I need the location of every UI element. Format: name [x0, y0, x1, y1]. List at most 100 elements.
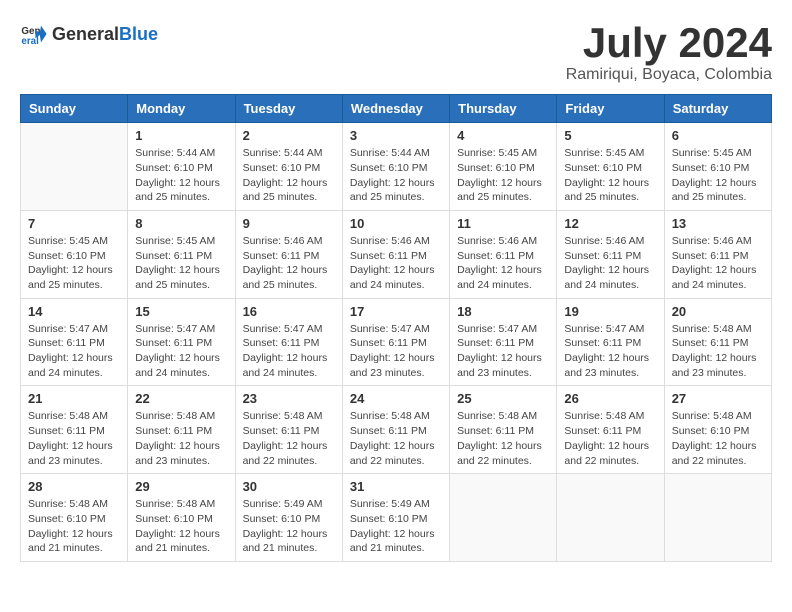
weekday-header-thursday: Thursday [450, 95, 557, 123]
day-number: 8 [135, 216, 227, 231]
day-number: 5 [564, 128, 656, 143]
calendar-cell: 17 Sunrise: 5:47 AMSunset: 6:11 PMDayligh… [342, 298, 449, 386]
day-number: 27 [672, 391, 764, 406]
calendar-week-row: 14 Sunrise: 5:47 AMSunset: 6:11 PMDayligh… [21, 298, 772, 386]
day-number: 29 [135, 479, 227, 494]
calendar-cell: 28 Sunrise: 5:48 AMSunset: 6:10 PMDayligh… [21, 474, 128, 562]
day-info: Sunrise: 5:47 AMSunset: 6:11 PMDaylight:… [350, 322, 442, 381]
day-number: 17 [350, 304, 442, 319]
main-title: July 2024 [566, 20, 772, 66]
calendar-cell: 11Sunrise: 5:46 AMSunset: 6:11 PMDayligh… [450, 210, 557, 298]
day-info: Sunrise: 5:46 AMSunset: 6:11 PMDaylight:… [672, 234, 764, 293]
day-info: Sunrise: 5:45 AMSunset: 6:10 PMDaylight:… [457, 146, 549, 205]
day-info: Sunrise: 5:49 AMSunset: 6:10 PMDaylight:… [350, 497, 442, 556]
calendar-cell [21, 123, 128, 211]
day-info: Sunrise: 5:44 AMSunset: 6:10 PMDaylight:… [350, 146, 442, 205]
weekday-header-wednesday: Wednesday [342, 95, 449, 123]
day-info: Sunrise: 5:45 AMSunset: 6:10 PMDaylight:… [564, 146, 656, 205]
day-number: 3 [350, 128, 442, 143]
day-info: Sunrise: 5:48 AMSunset: 6:11 PMDaylight:… [672, 322, 764, 381]
day-info: Sunrise: 5:47 AMSunset: 6:11 PMDaylight:… [564, 322, 656, 381]
calendar-cell: 6Sunrise: 5:45 AMSunset: 6:10 PMDaylight… [664, 123, 771, 211]
day-info: Sunrise: 5:49 AMSunset: 6:10 PMDaylight:… [243, 497, 335, 556]
logo-icon: Gen eral [20, 20, 48, 48]
calendar-week-row: 7Sunrise: 5:45 AMSunset: 6:10 PMDaylight… [21, 210, 772, 298]
day-number: 9 [243, 216, 335, 231]
day-number: 10 [350, 216, 442, 231]
day-number: 23 [243, 391, 335, 406]
weekday-header-monday: Monday [128, 95, 235, 123]
day-number: 7 [28, 216, 120, 231]
calendar-cell: 23 Sunrise: 5:48 AMSunset: 6:11 PMDayligh… [235, 386, 342, 474]
day-number: 25 [457, 391, 549, 406]
day-number: 26 [564, 391, 656, 406]
day-info: Sunrise: 5:46 AMSunset: 6:11 PMDaylight:… [457, 234, 549, 293]
day-info: Sunrise: 5:48 AMSunset: 6:10 PMDaylight:… [28, 497, 120, 556]
day-number: 20 [672, 304, 764, 319]
calendar-table: SundayMondayTuesdayWednesdayThursdayFrid… [20, 94, 772, 562]
day-info: Sunrise: 5:46 AMSunset: 6:11 PMDaylight:… [243, 234, 335, 293]
day-info: Sunrise: 5:46 AMSunset: 6:11 PMDaylight:… [564, 234, 656, 293]
calendar-cell: 20 Sunrise: 5:48 AMSunset: 6:11 PMDayligh… [664, 298, 771, 386]
calendar-cell: 15 Sunrise: 5:47 AMSunset: 6:11 PMDayligh… [128, 298, 235, 386]
day-number: 22 [135, 391, 227, 406]
calendar-week-row: 28 Sunrise: 5:48 AMSunset: 6:10 PMDayligh… [21, 474, 772, 562]
logo-general-text: GeneralBlue [52, 24, 158, 45]
calendar-cell: 1 Sunrise: 5:44 AMSunset: 6:10 PMDaylight… [128, 123, 235, 211]
calendar-cell [557, 474, 664, 562]
day-info: Sunrise: 5:48 AMSunset: 6:11 PMDaylight:… [457, 409, 549, 468]
day-info: Sunrise: 5:46 AMSunset: 6:11 PMDaylight:… [350, 234, 442, 293]
day-info: Sunrise: 5:45 AMSunset: 6:11 PMDaylight:… [135, 234, 227, 293]
logo: Gen eral GeneralBlue [20, 20, 158, 48]
day-number: 15 [135, 304, 227, 319]
day-info: Sunrise: 5:48 AMSunset: 6:11 PMDaylight:… [135, 409, 227, 468]
title-section: July 2024 Ramiriqui, Boyaca, Colombia [566, 20, 772, 84]
weekday-header-tuesday: Tuesday [235, 95, 342, 123]
calendar-cell: 4 Sunrise: 5:45 AMSunset: 6:10 PMDaylight… [450, 123, 557, 211]
day-number: 1 [135, 128, 227, 143]
calendar-cell: 19 Sunrise: 5:47 AMSunset: 6:11 PMDayligh… [557, 298, 664, 386]
day-number: 21 [28, 391, 120, 406]
day-number: 16 [243, 304, 335, 319]
day-number: 24 [350, 391, 442, 406]
day-number: 28 [28, 479, 120, 494]
calendar-cell: 27 Sunrise: 5:48 AMSunset: 6:10 PMDayligh… [664, 386, 771, 474]
calendar-cell: 9 Sunrise: 5:46 AMSunset: 6:11 PMDaylight… [235, 210, 342, 298]
day-info: Sunrise: 5:48 AMSunset: 6:11 PMDaylight:… [28, 409, 120, 468]
calendar-cell: 22 Sunrise: 5:48 AMSunset: 6:11 PMDayligh… [128, 386, 235, 474]
day-number: 6 [672, 128, 764, 143]
weekday-header-sunday: Sunday [21, 95, 128, 123]
calendar-cell: 16 Sunrise: 5:47 AMSunset: 6:11 PMDayligh… [235, 298, 342, 386]
calendar-cell: 25 Sunrise: 5:48 AMSunset: 6:11 PMDayligh… [450, 386, 557, 474]
day-info: Sunrise: 5:47 AMSunset: 6:11 PMDaylight:… [28, 322, 120, 381]
calendar-cell: 7Sunrise: 5:45 AMSunset: 6:10 PMDaylight… [21, 210, 128, 298]
day-info: Sunrise: 5:48 AMSunset: 6:11 PMDaylight:… [243, 409, 335, 468]
day-info: Sunrise: 5:48 AMSunset: 6:11 PMDaylight:… [564, 409, 656, 468]
calendar-week-row: 1 Sunrise: 5:44 AMSunset: 6:10 PMDaylight… [21, 123, 772, 211]
day-number: 14 [28, 304, 120, 319]
calendar-cell [664, 474, 771, 562]
calendar-cell: 13Sunrise: 5:46 AMSunset: 6:11 PMDayligh… [664, 210, 771, 298]
day-number: 4 [457, 128, 549, 143]
calendar-cell: 2Sunrise: 5:44 AMSunset: 6:10 PMDaylight… [235, 123, 342, 211]
calendar-header-row: SundayMondayTuesdayWednesdayThursdayFrid… [21, 95, 772, 123]
calendar-cell: 30Sunrise: 5:49 AMSunset: 6:10 PMDayligh… [235, 474, 342, 562]
day-info: Sunrise: 5:44 AMSunset: 6:10 PMDaylight:… [135, 146, 227, 205]
calendar-cell: 24Sunrise: 5:48 AMSunset: 6:11 PMDayligh… [342, 386, 449, 474]
day-info: Sunrise: 5:47 AMSunset: 6:11 PMDaylight:… [135, 322, 227, 381]
day-info: Sunrise: 5:47 AMSunset: 6:11 PMDaylight:… [457, 322, 549, 381]
day-info: Sunrise: 5:44 AMSunset: 6:10 PMDaylight:… [243, 146, 335, 205]
day-number: 19 [564, 304, 656, 319]
day-info: Sunrise: 5:47 AMSunset: 6:11 PMDaylight:… [243, 322, 335, 381]
calendar-cell: 29Sunrise: 5:48 AMSunset: 6:10 PMDayligh… [128, 474, 235, 562]
calendar-cell: 5 Sunrise: 5:45 AMSunset: 6:10 PMDaylight… [557, 123, 664, 211]
calendar-cell: 12 Sunrise: 5:46 AMSunset: 6:11 PMDayligh… [557, 210, 664, 298]
day-info: Sunrise: 5:48 AMSunset: 6:10 PMDaylight:… [672, 409, 764, 468]
weekday-header-saturday: Saturday [664, 95, 771, 123]
day-number: 12 [564, 216, 656, 231]
calendar-week-row: 21 Sunrise: 5:48 AMSunset: 6:11 PMDayligh… [21, 386, 772, 474]
day-number: 18 [457, 304, 549, 319]
calendar-cell: 31Sunrise: 5:49 AMSunset: 6:10 PMDayligh… [342, 474, 449, 562]
weekday-header-friday: Friday [557, 95, 664, 123]
svg-text:eral: eral [21, 36, 39, 47]
